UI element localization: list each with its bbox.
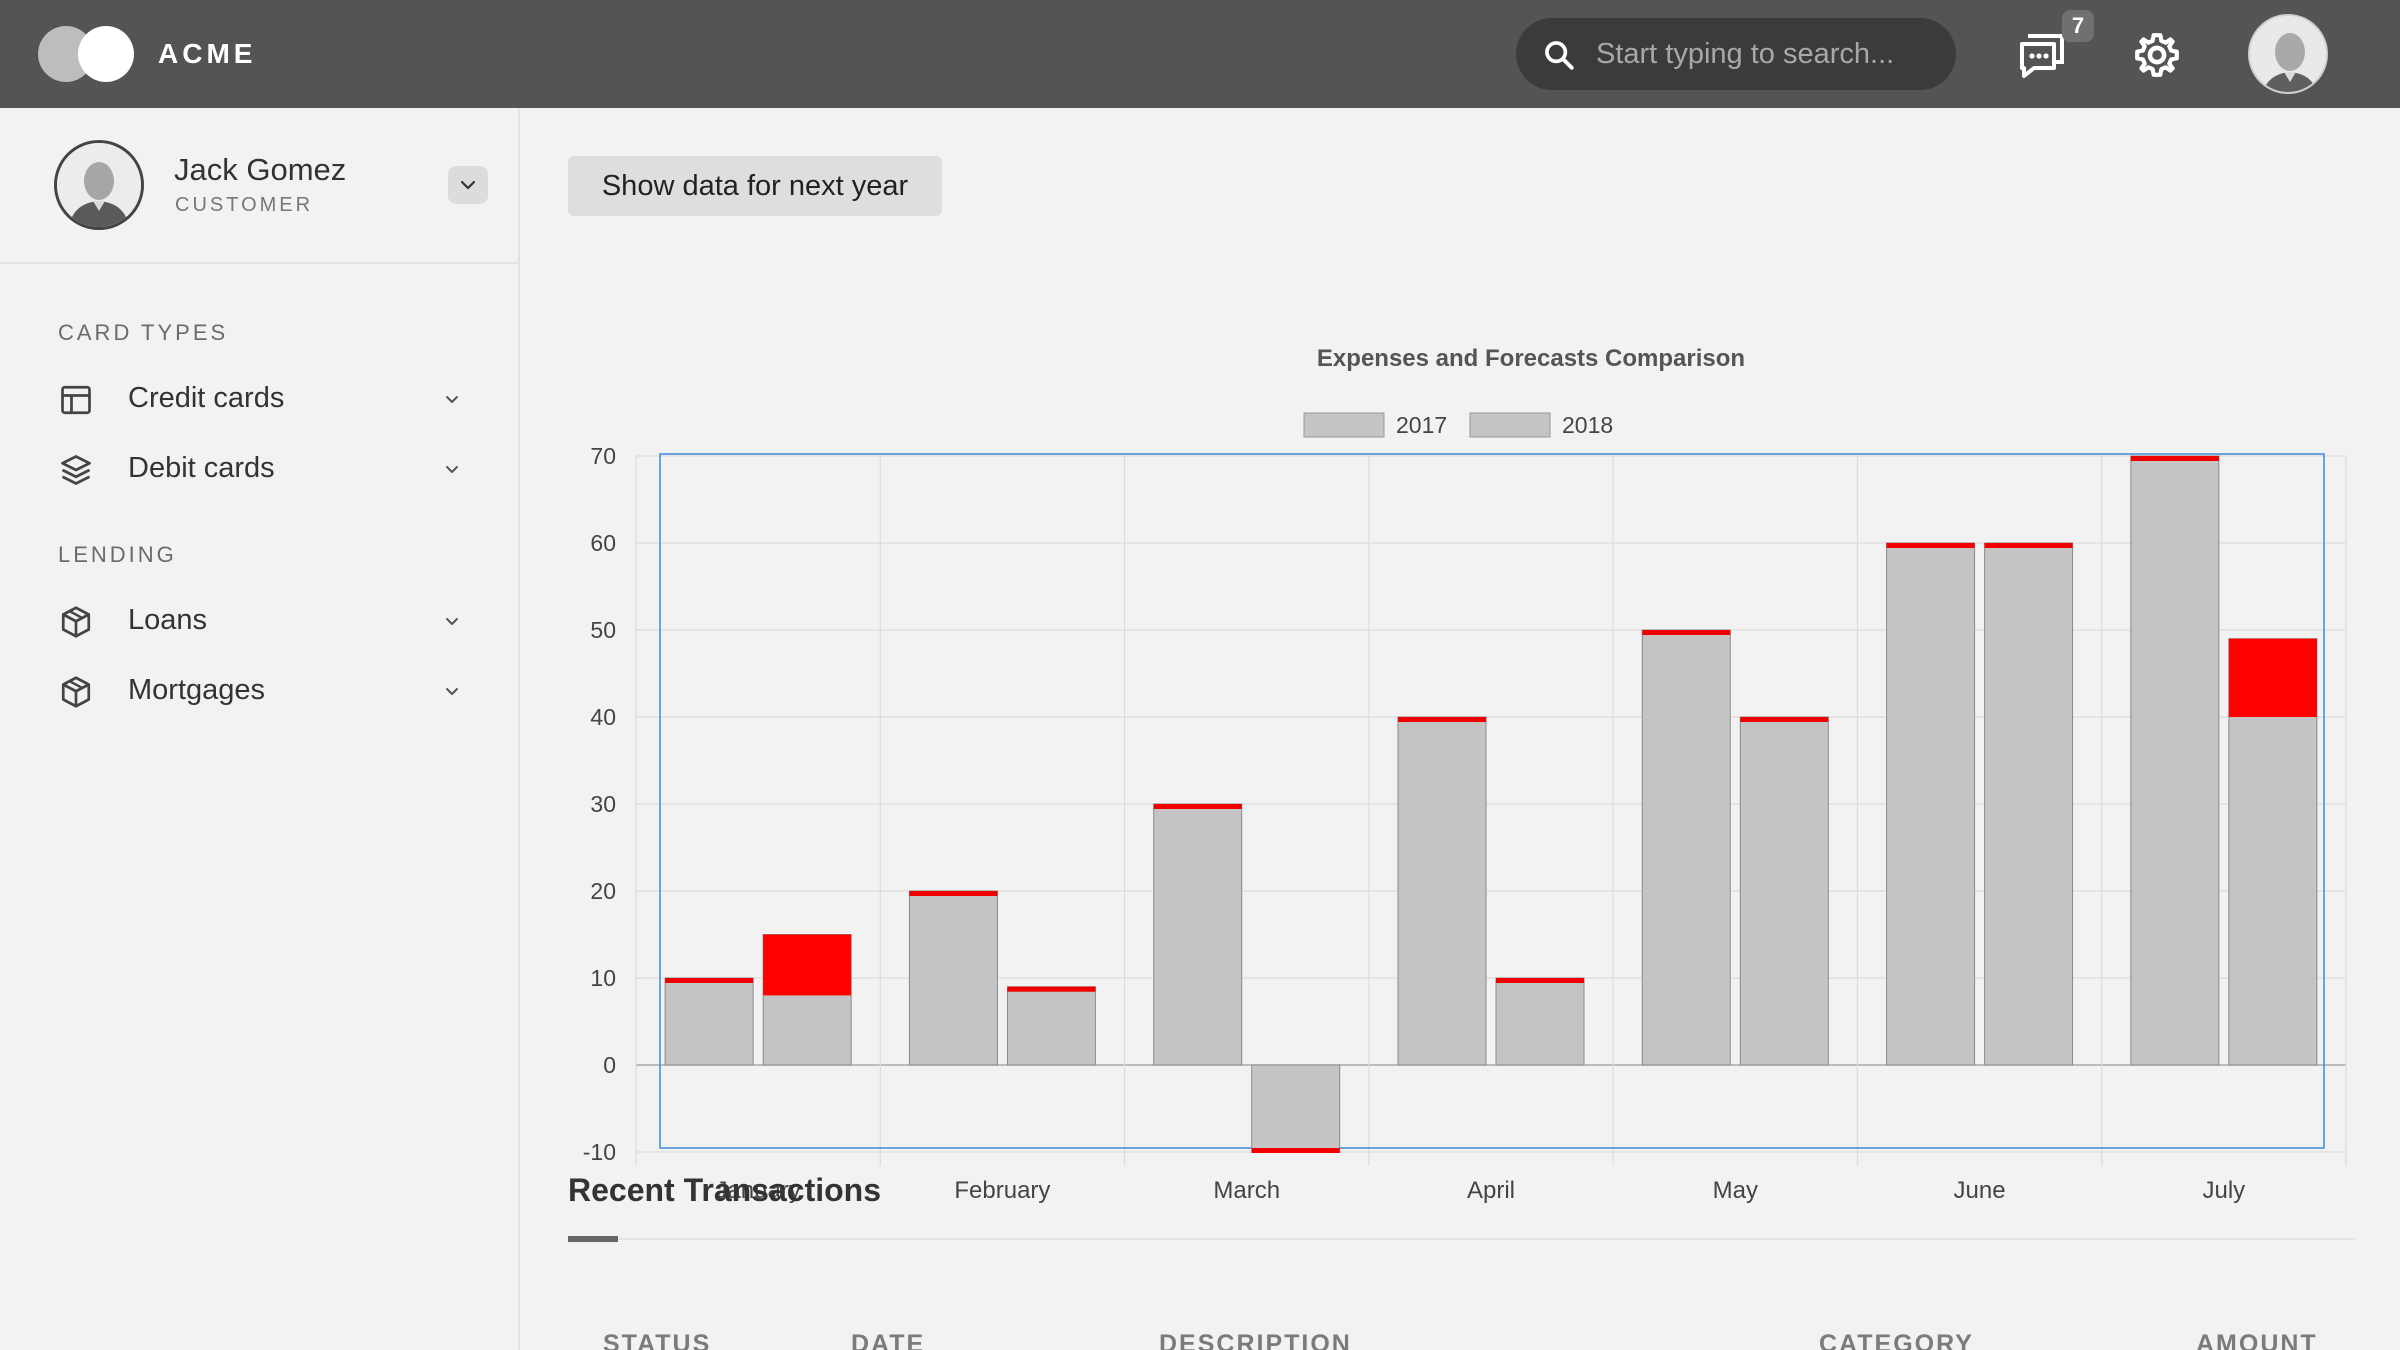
column-header-status[interactable]: STATUS (603, 1330, 711, 1350)
x-tick-label: April (1467, 1177, 1515, 1204)
section-divider-accent (568, 1236, 618, 1242)
bar-edge-marker (1496, 978, 1584, 983)
bar-2017-march (1153, 803, 1243, 1066)
logo-circle-right (78, 26, 134, 82)
column-header-amount[interactable]: AMOUNT (2196, 1330, 2318, 1350)
legend-swatch (1303, 412, 1385, 438)
x-tick-label: May (1713, 1177, 1758, 1204)
bar-edge-marker (1984, 543, 2073, 548)
y-tick-label: 30 (590, 791, 616, 817)
bar-edge-marker (1251, 1148, 1340, 1153)
main-content: Show data for next year Expenses and For… (522, 108, 2400, 1350)
sidebar-item-loans[interactable]: Loans (0, 590, 518, 650)
chevron-down-icon (446, 396, 458, 403)
user-role: CUSTOMER (175, 194, 314, 216)
x-tick-label: June (1954, 1177, 2006, 1204)
bar-edge-marker (1398, 717, 1486, 722)
bar-2018-april (1495, 977, 1585, 1066)
search-box[interactable] (1516, 18, 1956, 90)
bar-edge-marker (1886, 543, 1975, 548)
bar-2017-july (2130, 455, 2220, 1066)
sidebar-item-label: Loans (128, 604, 208, 636)
bar-2018-may (1739, 716, 1829, 1066)
sidebar-item-label: Credit cards (128, 382, 285, 414)
x-tick-label: July (2203, 1177, 2246, 1204)
chevron-down-icon (446, 688, 458, 695)
acme-logo[interactable] (38, 26, 134, 82)
search-icon (1545, 41, 1574, 70)
bar-2018-february (1006, 986, 1096, 1066)
legend-swatch (1469, 412, 1551, 438)
y-tick-label: 60 (590, 530, 616, 556)
y-tick-label: 20 (590, 878, 616, 904)
bar-edge-marker (665, 978, 754, 983)
sidebar-item-mortgages[interactable]: Mortgages (0, 660, 518, 720)
bar-2018-june (1984, 542, 2074, 1066)
bar-highlight-segment (2228, 638, 2317, 717)
avatar-photo-icon (57, 143, 141, 227)
chevron-down-icon (446, 618, 458, 625)
brand-name: ACME (158, 38, 257, 69)
expenses-chart: Expenses and Forecasts Comparison 2017 201… (522, 226, 2400, 1216)
y-tick-label: -10 (583, 1139, 616, 1165)
section-title-card-types: CARD TYPES (58, 320, 229, 345)
layers-icon (61, 455, 91, 485)
section-divider (568, 1238, 2356, 1240)
x-tick-label: February (954, 1177, 1050, 1204)
search-input[interactable] (1596, 34, 1936, 74)
avatar-photo-icon (2250, 16, 2326, 92)
sidebar-item-label: Mortgages (128, 674, 266, 706)
sidebar-item-label: Debit cards (128, 452, 275, 484)
bar-highlight-segment (763, 934, 852, 996)
show-next-year-button[interactable]: Show data for next year (568, 156, 942, 216)
legend-label: 2018 (1562, 412, 1613, 438)
table-icon (61, 385, 91, 415)
user-profile: Jack Gomez CUSTOMER (0, 108, 518, 264)
y-tick-label: 10 (590, 965, 616, 991)
chart-title: Expenses and Forecasts Comparison (1317, 345, 1745, 372)
y-tick-label: 0 (603, 1052, 616, 1078)
bar-2017-april (1397, 716, 1487, 1066)
chevron-down-icon (460, 180, 476, 190)
bar-2017-january (664, 977, 754, 1066)
sidebar: Jack Gomez CUSTOMER CARD TYPES Credit ca… (0, 108, 520, 1350)
legend-label: 2017 (1396, 412, 1447, 438)
bar-edge-marker (1007, 986, 1096, 992)
bar-edge-marker (1153, 804, 1242, 809)
sidebar-item-credit-cards[interactable]: Credit cards (0, 368, 518, 428)
y-tick-label: 40 (590, 704, 616, 730)
column-header-description[interactable]: DESCRIPTION (1159, 1330, 1352, 1350)
user-avatar[interactable] (2248, 14, 2328, 94)
top-bar: ACME 7 (0, 0, 2400, 108)
profile-menu-toggle[interactable] (448, 166, 488, 204)
bar-2017-february (908, 890, 998, 1066)
bar-edge-marker (909, 891, 998, 896)
gear-icon[interactable] (2132, 30, 2182, 80)
message-count-badge: 7 (2062, 10, 2094, 42)
box-icon (61, 676, 91, 708)
chart-canvas: Expenses and Forecasts Comparison2017 201… (583, 345, 2347, 1204)
profile-avatar[interactable] (54, 140, 144, 230)
chevron-down-icon (446, 466, 458, 473)
bar-edge-marker (1740, 717, 1829, 722)
y-tick-label: 70 (590, 443, 616, 469)
x-tick-label: March (1213, 1177, 1280, 1204)
section-title-lending: LENDING (58, 542, 177, 567)
bar-edge-marker (1642, 630, 1731, 635)
transactions-title: Recent Transactions (568, 1172, 881, 1208)
column-header-date[interactable]: DATE (851, 1330, 925, 1350)
column-header-category[interactable]: CATEGORY (1819, 1330, 1974, 1350)
box-icon (61, 606, 91, 638)
bar-edge-marker (2130, 456, 2219, 461)
bar-2018-march (1251, 1064, 1341, 1153)
sidebar-item-debit-cards[interactable]: Debit cards (0, 438, 518, 498)
bar-2017-june (1886, 542, 1976, 1066)
user-name: Jack Gomez (174, 152, 347, 187)
y-tick-label: 50 (590, 617, 616, 643)
chat-icon[interactable] (2016, 30, 2068, 82)
bar-2017-may (1641, 629, 1731, 1066)
